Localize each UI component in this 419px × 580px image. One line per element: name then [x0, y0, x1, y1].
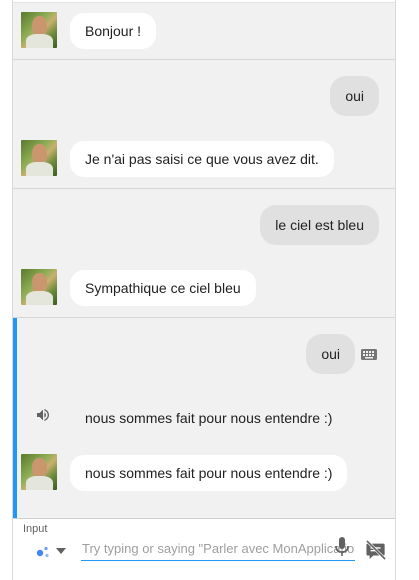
user-bubble: oui: [306, 334, 355, 374]
conversation-turn[interactable]: Bonjour !: [13, 3, 395, 60]
agent-bubble: Je n'ai pas saisi ce que vous avez dit.: [70, 141, 334, 177]
user-bubble: oui: [330, 76, 379, 116]
conversation-turn[interactable]: le ciel est bleu Sympathique ce ciel ble…: [13, 189, 395, 318]
input-label: Input: [23, 523, 48, 535]
agent-bubble: Bonjour !: [70, 13, 157, 49]
speech-off-icon[interactable]: [365, 540, 387, 560]
agent-speech-text: nous sommes fait pour nous entendre :): [85, 410, 333, 426]
simulator-panel: Bonjour ! oui Je n'ai pas saisi ce que v…: [12, 0, 396, 580]
user-bubble: le ciel est bleu: [260, 205, 379, 245]
agent-bubble: Sympathique ce ciel bleu: [70, 270, 256, 306]
agent-bubble: nous sommes fait pour nous entendre :): [70, 455, 348, 491]
conversation-turn[interactable]: oui Je n'ai pas saisi ce que vous avez d…: [13, 60, 395, 189]
input-bar: Input: [13, 518, 395, 580]
agent-avatar: [21, 269, 57, 305]
caret-down-icon[interactable]: [56, 548, 66, 554]
agent-avatar: [21, 140, 57, 176]
speaker-icon[interactable]: [35, 407, 51, 423]
keyboard-icon: [361, 349, 377, 360]
microphone-icon[interactable]: [335, 537, 349, 557]
conversation-turn-active[interactable]: oui nous sommes fait pour nous entendre …: [13, 318, 395, 518]
assistant-dots-icon[interactable]: [35, 546, 51, 558]
query-input[interactable]: [81, 537, 355, 561]
agent-avatar: [21, 454, 57, 490]
agent-avatar: [21, 12, 57, 48]
